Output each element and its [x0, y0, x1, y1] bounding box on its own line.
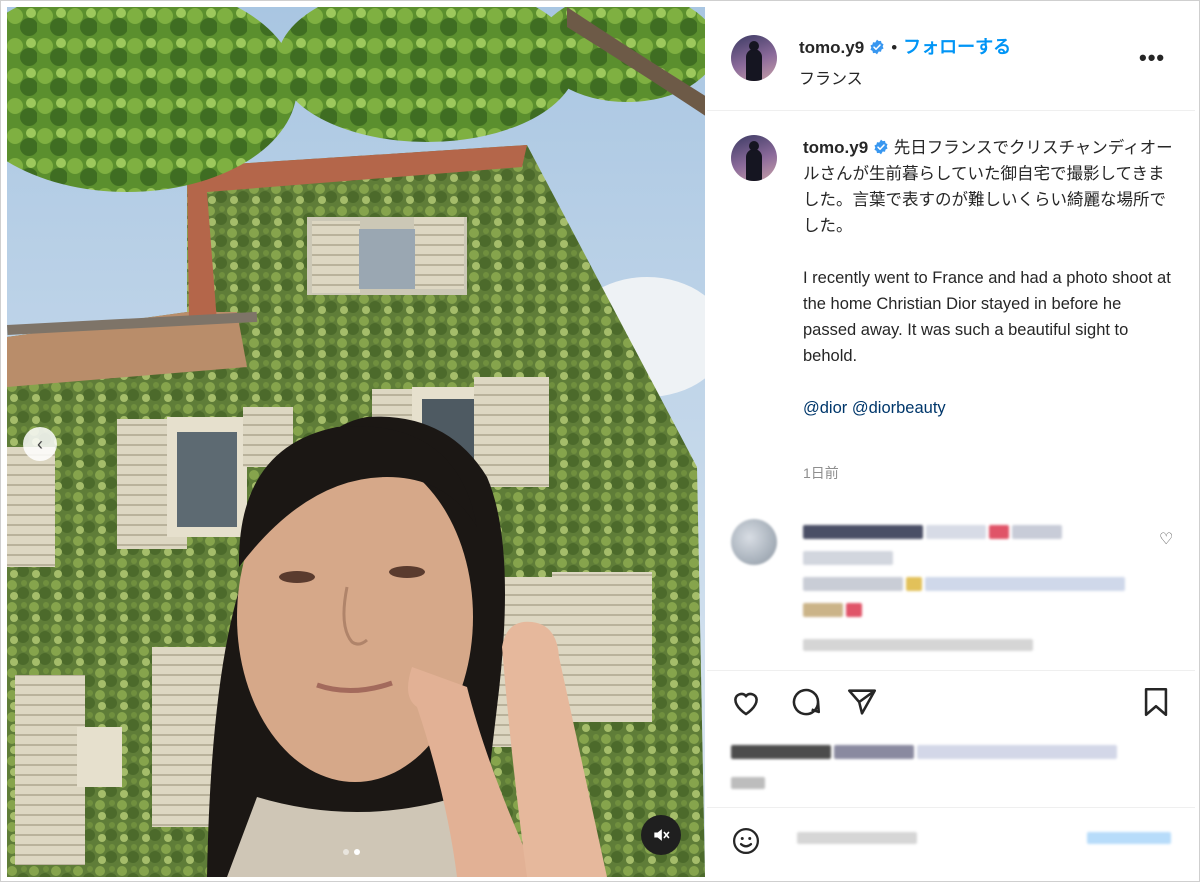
header-user-line: tomo.y9 • フォローする	[799, 33, 1011, 59]
blurred-comment-meta	[803, 639, 1033, 651]
blurred-comment-line	[803, 603, 862, 617]
avatar[interactable]	[731, 135, 777, 181]
caption-jp: tomo.y9 先日フランスでクリスチャンディオールさんが生前暮らしていた御自宅…	[803, 135, 1173, 239]
follow-button[interactable]: フォローする	[903, 37, 1011, 57]
commenter-avatar[interactable]	[731, 519, 777, 565]
caption: tomo.y9 先日フランスでクリスチャンディオールさんが生前暮らしていた御自宅…	[803, 135, 1173, 421]
add-comment-bar	[707, 807, 1195, 877]
separator-dot: •	[891, 38, 898, 57]
username-link[interactable]: tomo.y9	[799, 38, 864, 57]
instagram-post-window: ‹ tomo.y9 • フォローする フランス ••• tomo.y9 先日フラ…	[0, 0, 1200, 882]
caption-mentions: @dior @diorbeauty	[803, 395, 1173, 421]
post-timestamp: 1日前	[803, 465, 839, 481]
comment-input[interactable]	[797, 832, 917, 844]
verified-badge-icon	[874, 139, 888, 155]
caption-username-link[interactable]: tomo.y9	[803, 138, 868, 157]
blurred-comment-line	[803, 551, 893, 565]
caption-area: tomo.y9 先日フランスでクリスチャンディオールさんが生前暮らしていた御自宅…	[707, 111, 1195, 671]
location-link[interactable]: フランス	[799, 65, 863, 89]
post-side-panel: tomo.y9 • フォローする フランス ••• tomo.y9 先日フランスで…	[707, 7, 1195, 877]
blurred-date-line	[731, 777, 765, 789]
slide-indicator	[343, 849, 360, 855]
mention-link-dior[interactable]: @dior	[803, 399, 847, 417]
more-options-button[interactable]: •••	[1139, 45, 1165, 71]
mention-link-diorbeauty[interactable]: @diorbeauty	[852, 399, 946, 417]
comment-icon[interactable]	[789, 685, 823, 719]
speaker-muted-icon	[654, 829, 670, 841]
verified-badge-icon	[870, 39, 884, 55]
comment-like-icon[interactable]: ♡	[1159, 529, 1173, 549]
previous-slide-button[interactable]: ‹	[23, 427, 57, 461]
bookmark-icon[interactable]	[1139, 685, 1173, 719]
action-bar	[707, 671, 1195, 731]
share-icon[interactable]	[845, 685, 879, 719]
post-comment-button[interactable]	[1087, 832, 1171, 844]
post-photo[interactable]: ‹	[7, 7, 705, 877]
blurred-comment-line	[803, 577, 1125, 591]
blurred-likes-line	[731, 745, 1117, 759]
mute-button[interactable]	[641, 815, 681, 855]
heart-icon[interactable]	[729, 685, 763, 719]
emoji-icon[interactable]	[731, 826, 761, 856]
post-header: tomo.y9 • フォローする フランス •••	[707, 7, 1195, 111]
avatar[interactable]	[731, 35, 777, 81]
slide-dot	[343, 849, 349, 855]
caption-text-en: I recently went to France and had a phot…	[803, 269, 1171, 365]
slide-dot-active	[354, 849, 360, 855]
blurred-comment-line	[803, 525, 1062, 539]
photo-scene	[7, 7, 705, 877]
chevron-left-icon: ‹	[37, 433, 43, 454]
